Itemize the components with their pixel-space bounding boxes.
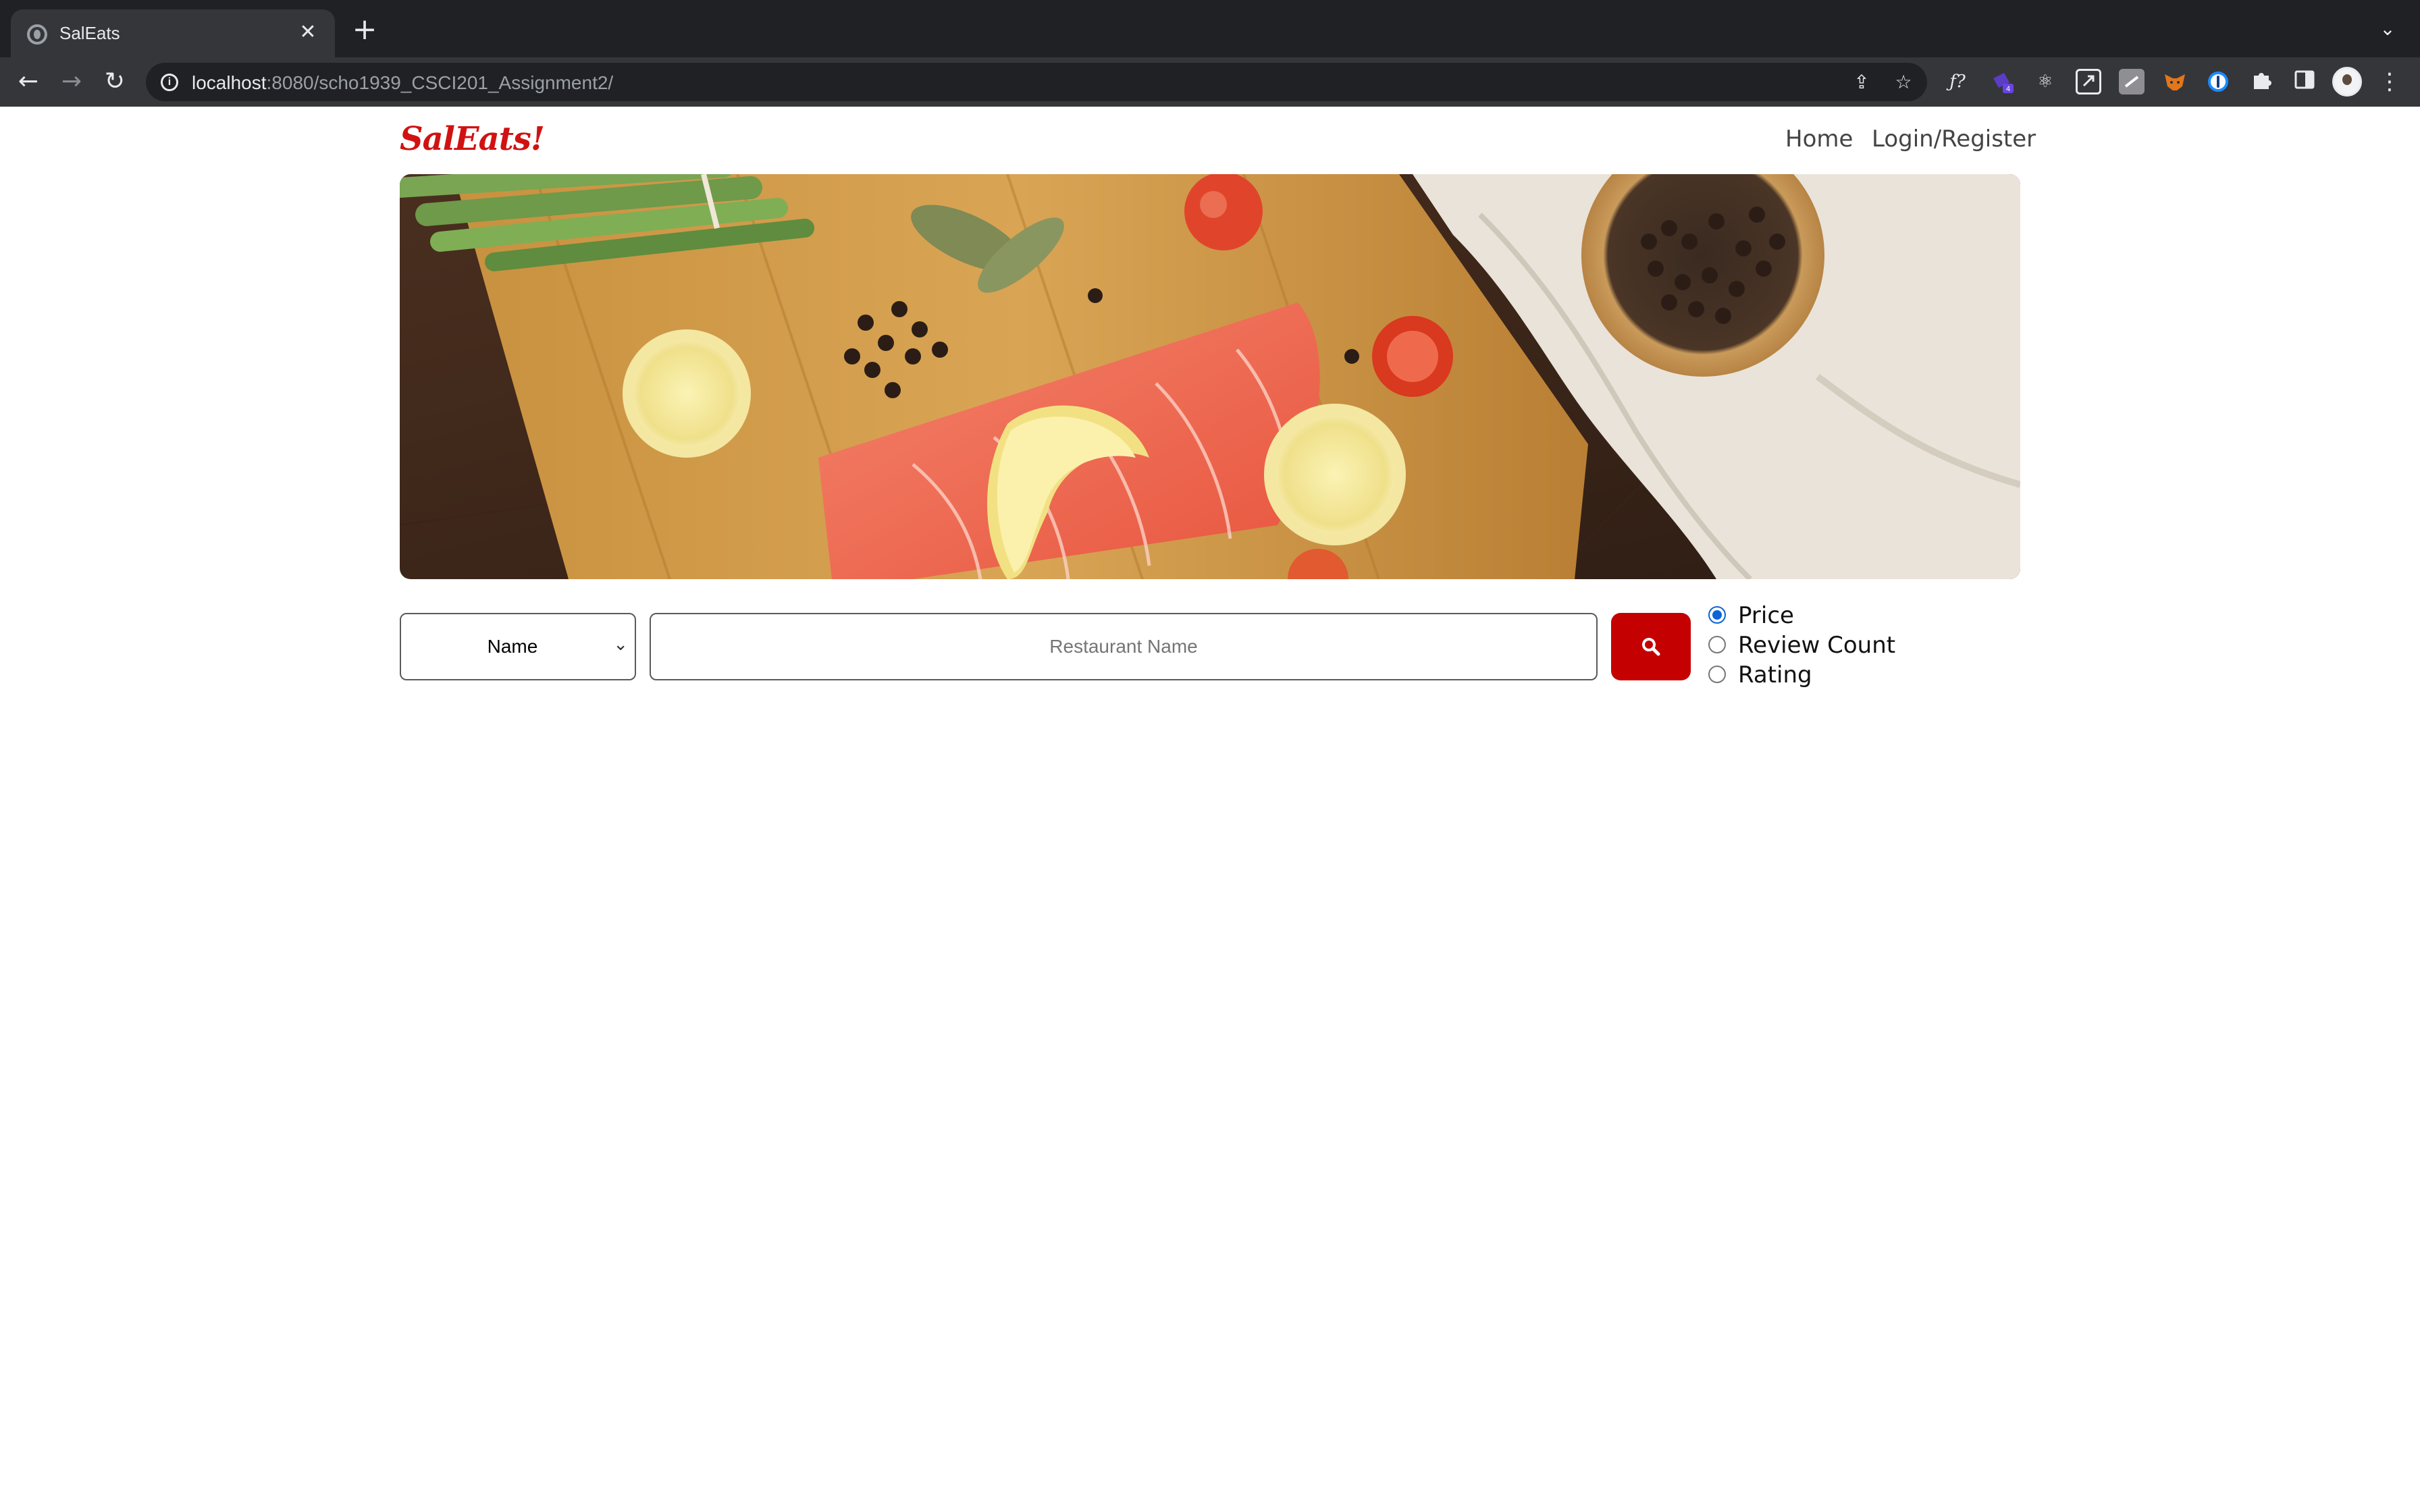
share-icon[interactable]: ⇪ <box>1849 70 1874 95</box>
site-logo[interactable]: SalEats! <box>400 120 545 158</box>
url-host: localhost <box>192 72 267 93</box>
restaurant-search-input[interactable] <box>650 613 1598 680</box>
browser-tab-strip: SalEats ✕ + ⌄ <box>0 0 2420 57</box>
sidebar-icon[interactable] <box>2292 69 2317 94</box>
stripe-icon[interactable] <box>2119 69 2145 94</box>
onepassword-icon[interactable] <box>2205 69 2231 94</box>
globe-icon <box>27 24 47 45</box>
forward-arrow-icon[interactable]: → <box>57 68 86 98</box>
extension-badge-icon[interactable]: 4 <box>1989 69 2015 94</box>
nav-home-link[interactable]: Home <box>1785 126 1853 153</box>
search-type-select[interactable]: Name ⌄ <box>400 613 636 680</box>
search-button[interactable] <box>1611 613 1691 680</box>
back-arrow-icon[interactable]: ← <box>14 68 43 98</box>
browser-tab[interactable]: SalEats ✕ <box>11 9 335 57</box>
radio-rating[interactable] <box>1708 666 1726 683</box>
radio-price[interactable] <box>1708 606 1726 624</box>
puzzle-icon[interactable] <box>2248 69 2274 94</box>
new-tab-button[interactable]: + <box>350 15 379 46</box>
close-tab-icon[interactable]: ✕ <box>294 19 321 46</box>
url-path: :8080/scho1939_CSCI201_Assignment2/ <box>266 72 614 93</box>
chevron-down-icon: ⌄ <box>613 634 628 655</box>
hero-food-image <box>400 174 2020 579</box>
sort-option-label: Review Count <box>1738 632 1896 659</box>
metamask-icon[interactable] <box>2162 69 2188 94</box>
chevron-down-icon[interactable]: ⌄ <box>2375 18 2400 42</box>
profile-avatar[interactable] <box>2332 67 2362 97</box>
nav-login-register-link[interactable]: Login/Register <box>1872 126 2036 153</box>
page: SalEats! Home Login/Register Name ⌄ Rest… <box>0 107 2420 1512</box>
formula-icon[interactable]: ƒ? <box>1945 69 1970 94</box>
sort-option-label: Price <box>1738 602 1794 629</box>
reload-icon[interactable]: ↻ <box>100 68 130 98</box>
url-text: localhost:8080/scho1939_CSCI201_Assignme… <box>192 72 613 94</box>
address-bar[interactable]: i localhost:8080/scho1939_CSCI201_Assign… <box>146 63 1927 101</box>
resize-icon[interactable] <box>2076 69 2101 94</box>
radio-review-count[interactable] <box>1708 636 1726 653</box>
search-icon <box>1642 638 1660 656</box>
bookmark-star-icon[interactable]: ☆ <box>1891 70 1916 95</box>
extension-badge-count: 4 <box>2006 85 2010 93</box>
search-type-value: Name <box>487 636 538 657</box>
sort-option-label: Rating <box>1738 662 1812 688</box>
tab-title: SalEats <box>59 23 120 43</box>
more-options-icon[interactable]: ⋮ <box>2378 66 2401 97</box>
info-icon[interactable]: i <box>161 74 178 91</box>
react-icon[interactable]: ⚛ <box>2032 69 2058 94</box>
